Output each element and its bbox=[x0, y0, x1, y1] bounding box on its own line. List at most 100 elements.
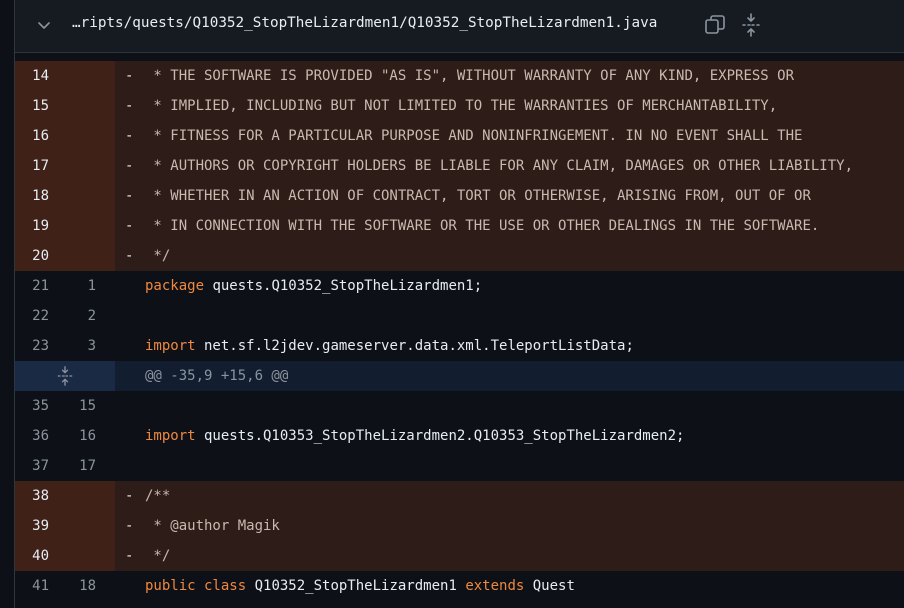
new-line-number[interactable]: 17 bbox=[65, 451, 96, 481]
deleted-line: 40 - */ bbox=[15, 541, 904, 571]
old-line-number[interactable]: 16 bbox=[15, 121, 49, 151]
context-line: 37 17 bbox=[15, 451, 904, 481]
chevron-down-icon bbox=[38, 22, 50, 29]
new-line-number[interactable]: 3 bbox=[65, 331, 96, 361]
old-line-number[interactable]: 39 bbox=[15, 511, 49, 541]
deleted-line-bg bbox=[115, 481, 904, 511]
old-line-number[interactable]: 17 bbox=[15, 151, 49, 181]
expand-all-button[interactable] bbox=[739, 13, 763, 37]
deleted-line: 38 -/** bbox=[15, 481, 904, 511]
code-token: quests.Q10352_StopTheLizardmen1; bbox=[204, 278, 483, 294]
new-line-number[interactable] bbox=[65, 151, 96, 181]
diff-marker: - bbox=[125, 518, 134, 534]
new-line-number[interactable] bbox=[65, 91, 96, 121]
diff-marker: - bbox=[125, 68, 134, 84]
deleted-line-bg bbox=[115, 241, 904, 271]
old-line-number[interactable]: 19 bbox=[15, 211, 49, 241]
old-line-number[interactable]: 37 bbox=[15, 451, 49, 481]
deleted-line: 17 - * AUTHORS OR COPYRIGHT HOLDERS BE LI… bbox=[15, 151, 904, 181]
context-line: 22 2 bbox=[15, 301, 904, 331]
code-text: * THE SOFTWARE IS PROVIDED "AS IS", WITH… bbox=[145, 68, 795, 84]
new-line-number[interactable] bbox=[65, 211, 96, 241]
code-text: public class Q10352_StopTheLizardmen1 ex… bbox=[145, 571, 575, 601]
code-text: import quests.Q10353_StopTheLizardmen2.Q… bbox=[145, 421, 684, 451]
old-line-number[interactable]: 18 bbox=[15, 181, 49, 211]
unfold-icon bbox=[57, 366, 73, 386]
new-line-number[interactable] bbox=[65, 481, 96, 511]
expand-hunk-button[interactable] bbox=[55, 366, 75, 386]
code-text: import net.sf.l2jdev.gameserver.data.xml… bbox=[145, 331, 634, 361]
new-line-number[interactable] bbox=[65, 511, 96, 541]
code-text: * FITNESS FOR A PARTICULAR PURPOSE AND N… bbox=[145, 128, 803, 144]
diff-marker: - bbox=[125, 488, 134, 504]
code-keyword: public class bbox=[145, 578, 247, 594]
old-line-number[interactable]: 20 bbox=[15, 241, 49, 271]
old-line-number[interactable]: 15 bbox=[15, 91, 49, 121]
context-line: 21 1 package quests.Q10352_StopTheLizardme… bbox=[15, 271, 904, 301]
collapse-file-button[interactable] bbox=[31, 12, 57, 38]
diff-marker: - bbox=[125, 548, 134, 564]
hunk-header-text: @@ -35,9 +15,6 @@ bbox=[145, 368, 289, 384]
code-keyword: extends bbox=[465, 578, 525, 594]
code-token: Quest bbox=[524, 578, 575, 594]
context-line: 41 18 public class Q10352_StopTheLizardmen… bbox=[15, 571, 904, 601]
new-line-number[interactable] bbox=[65, 241, 96, 271]
context-line: 36 16 import quests.Q10353_StopTheLizardme… bbox=[15, 421, 904, 451]
old-line-number[interactable]: 14 bbox=[15, 61, 49, 91]
context-line: 23 3 import net.sf.l2jdev.gameserver.data.… bbox=[15, 331, 904, 361]
code-token: net.sf.l2jdev.gameserver.data.xml.Telepo… bbox=[195, 338, 634, 354]
old-line-number[interactable]: 35 bbox=[15, 391, 49, 421]
code-text: * IN CONNECTION WITH THE SOFTWARE OR THE… bbox=[145, 218, 820, 234]
deleted-line-bg bbox=[115, 541, 904, 571]
code-token: quests.Q10353_StopTheLizardmen2.Q10353_S… bbox=[195, 428, 685, 444]
old-line-number[interactable]: 23 bbox=[15, 331, 49, 361]
deleted-line: 19 - * IN CONNECTION WITH THE SOFTWARE OR… bbox=[15, 211, 904, 241]
deleted-line: 15 - * IMPLIED, INCLUDING BUT NOT LIMITED… bbox=[15, 91, 904, 121]
file-path[interactable]: …ripts/quests/Q10352_StopTheLizardmen1/Q… bbox=[72, 15, 657, 31]
old-line-number[interactable]: 21 bbox=[15, 271, 49, 301]
code-text: * AUTHORS OR COPYRIGHT HOLDERS BE LIABLE… bbox=[145, 158, 854, 174]
code-text: * @author Magik bbox=[145, 518, 280, 534]
deleted-line: 20 - */ bbox=[15, 241, 904, 271]
hunk-header-row: @@ -35,9 +15,6 @@ bbox=[15, 361, 904, 391]
old-line-number[interactable]: 36 bbox=[15, 421, 49, 451]
code-text: package quests.Q10352_StopTheLizardmen1; bbox=[145, 271, 482, 301]
deleted-line: 14 - * THE SOFTWARE IS PROVIDED "AS IS", … bbox=[15, 61, 904, 91]
file-header: …ripts/quests/Q10352_StopTheLizardmen1/Q… bbox=[15, 0, 904, 53]
unfold-icon bbox=[742, 13, 760, 37]
code-text: */ bbox=[145, 248, 171, 264]
context-line: 35 15 bbox=[15, 391, 904, 421]
new-line-number[interactable]: 16 bbox=[65, 421, 96, 451]
new-line-number[interactable] bbox=[65, 121, 96, 151]
new-line-number[interactable]: 18 bbox=[65, 571, 96, 601]
diff-marker: - bbox=[125, 128, 134, 144]
old-line-number[interactable]: 38 bbox=[15, 481, 49, 511]
old-line-number[interactable]: 41 bbox=[15, 571, 49, 601]
code-text: * WHETHER IN AN ACTION OF CONTRACT, TORT… bbox=[145, 188, 811, 204]
old-line-number[interactable]: 22 bbox=[15, 301, 49, 331]
deleted-line: 18 - * WHETHER IN AN ACTION OF CONTRACT, … bbox=[15, 181, 904, 211]
code-keyword: import bbox=[145, 428, 196, 444]
code-token: Q10352_StopTheLizardmen1 bbox=[246, 578, 466, 594]
code-text: * IMPLIED, INCLUDING BUT NOT LIMITED TO … bbox=[145, 98, 778, 114]
new-line-number[interactable]: 15 bbox=[65, 391, 96, 421]
code-keyword: import bbox=[145, 338, 196, 354]
new-line-number[interactable] bbox=[65, 181, 96, 211]
diff-table: 14 - * THE SOFTWARE IS PROVIDED "AS IS", … bbox=[15, 61, 904, 601]
diff-marker: - bbox=[125, 218, 134, 234]
code-text: /** bbox=[145, 488, 171, 504]
deleted-line: 39 - * @author Magik bbox=[15, 511, 904, 541]
old-line-number[interactable]: 40 bbox=[15, 541, 49, 571]
new-line-number[interactable] bbox=[65, 541, 96, 571]
diff-marker: - bbox=[125, 188, 134, 204]
code-text: */ bbox=[145, 548, 171, 564]
new-line-number[interactable] bbox=[65, 61, 96, 91]
diff-marker: - bbox=[125, 98, 134, 114]
diff-file-container: …ripts/quests/Q10352_StopTheLizardmen1/Q… bbox=[14, 0, 904, 608]
copy-icon bbox=[705, 15, 725, 34]
code-keyword: package bbox=[145, 278, 205, 294]
new-line-number[interactable]: 1 bbox=[65, 271, 96, 301]
copy-path-button[interactable] bbox=[703, 13, 727, 37]
diff-marker: - bbox=[125, 248, 134, 264]
new-line-number[interactable]: 2 bbox=[65, 301, 96, 331]
